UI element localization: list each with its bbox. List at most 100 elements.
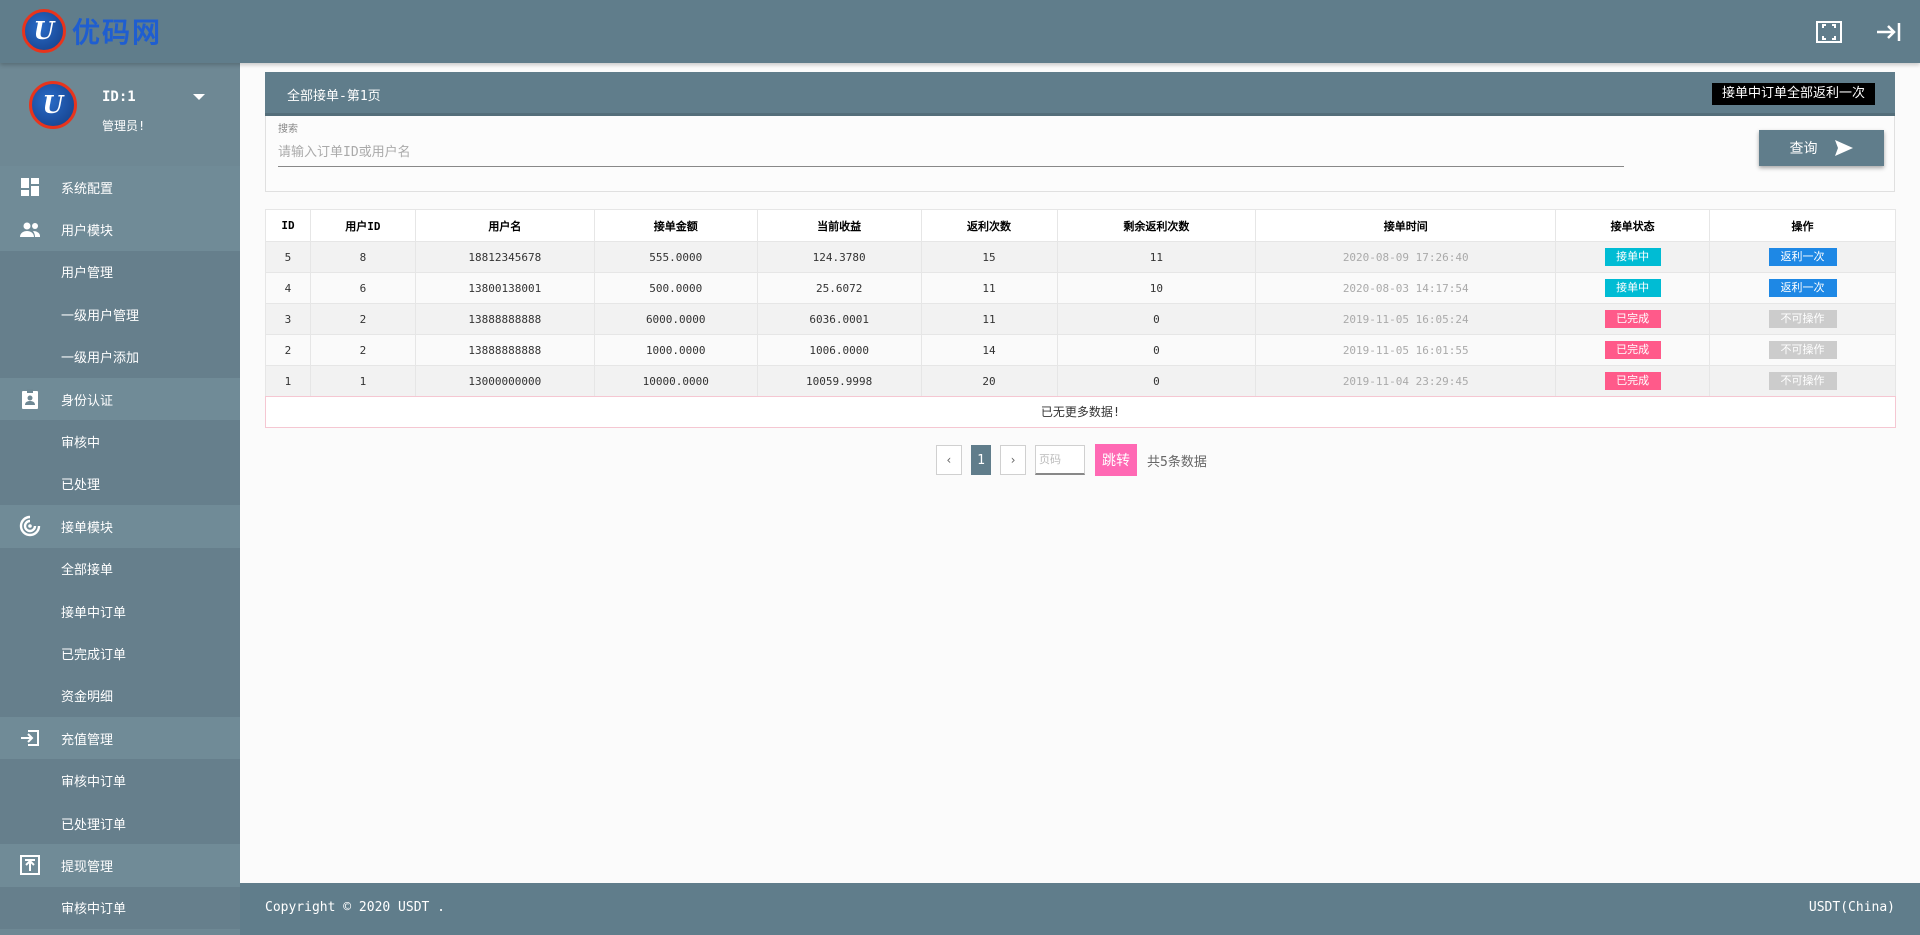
column-header: 操作 [1709,209,1896,242]
sidebar-item-6[interactable]: 审核中 [0,420,240,463]
sidebar-item-11[interactable]: 已完成订单 [0,632,240,675]
rebate-all-button[interactable]: 接单中订单全部返利一次 [1711,83,1875,105]
logout-icon[interactable] [1874,17,1904,47]
disabled-action-button: 不可操作 [1768,372,1837,390]
sidebar-item-label: 已完成订单 [61,647,127,663]
chevron-down-icon[interactable] [193,94,205,100]
cell-income: 124.3780 [756,241,922,273]
cell-id: 4 [265,272,311,304]
id-badge-icon [18,387,42,411]
cell-username: 13800138001 [414,272,595,304]
main-content: 全部接单-第1页 接单中订单全部返利一次 搜索 查询 ID用户ID用户名接单金额… [240,63,1920,883]
jump-button[interactable]: 跳转 [1095,444,1137,476]
status-badge: 已完成 [1604,372,1661,390]
column-header: 接单金额 [593,209,758,242]
cell-time: 2020-08-09 17:26:40 [1255,241,1557,273]
query-button[interactable]: 查询 [1759,130,1884,166]
column-header: ID [265,209,311,242]
sidebar-item-5[interactable]: 身份认证 [0,377,240,421]
sidebar-item-7[interactable]: 已处理 [0,462,240,506]
cell-status: 已完成 [1555,303,1711,335]
search-input[interactable] [278,138,1624,167]
cell-rebates: 15 [920,241,1058,273]
table-header-row: ID 用户ID 用户名 接单金额 当前收益 返利次数 剩余返利次数 接单时间 接单状态 操作 [265,209,1896,242]
cell-action: 返利一次 [1709,241,1896,273]
cell-user-id: 6 [309,272,416,304]
sidebar-item-8[interactable]: 接单模块 [0,505,240,548]
cell-amount: 10000.0000 [593,365,758,397]
status-badge: 接单中 [1604,279,1661,297]
cell-rebates: 11 [920,303,1058,335]
prev-page-button[interactable]: ‹ [936,445,962,475]
user-role: 管理员! [102,119,146,133]
sidebar-item-label: 已处理订单 [61,817,127,833]
sidebar-item-0[interactable]: 系统配置 [0,166,240,209]
page-number-input[interactable] [1035,445,1085,475]
next-page-button[interactable]: › [1000,445,1026,475]
cell-income: 10059.9998 [756,365,922,397]
sidebar-item-3[interactable]: 一级用户管理 [0,293,240,336]
cell-time: 2019-11-05 16:01:55 [1255,334,1557,366]
column-header: 返利次数 [920,209,1058,242]
rebate-once-button[interactable]: 返利一次 [1768,279,1837,297]
logo-text: 优码网 [72,16,163,49]
cell-username: 13888888888 [414,334,595,366]
search-form: 搜索 查询 [265,116,1895,192]
sidebar-item-4[interactable]: 一级用户添加 [0,335,240,378]
sidebar-item-12[interactable]: 资金明细 [0,674,240,718]
rebate-once-button[interactable]: 返利一次 [1768,248,1837,266]
column-header: 用户名 [414,209,595,242]
current-page[interactable]: 1 [971,445,991,475]
cell-amount: 555.0000 [593,241,758,273]
cell-rebates: 14 [920,334,1058,366]
cell-remaining: 11 [1056,241,1257,273]
cell-time: 2019-11-04 23:29:45 [1255,365,1557,397]
cell-amount: 500.0000 [593,272,758,304]
cell-status: 接单中 [1555,241,1711,273]
sidebar-item-label: 资金明细 [61,690,114,706]
table-row: 1 1 13000000000 10000.0000 10059.9998 20 0 2019… [265,365,1896,397]
sidebar-item-label: 审核中订单 [61,902,127,918]
avatar: U [29,81,77,129]
sidebar-item-17[interactable]: 审核中订单 [0,886,240,930]
cell-rebates: 20 [920,365,1058,397]
cell-action: 不可操作 [1709,365,1896,397]
panel-header: 全部接单-第1页 接单中订单全部返利一次 [265,72,1895,116]
avatar-letter: U [42,90,64,119]
sidebar-item-10[interactable]: 接单中订单 [0,589,240,633]
app-logo[interactable]: U 优码网 [22,6,162,56]
sidebar-item-15[interactable]: 已处理订单 [0,801,240,845]
sidebar-item-9[interactable]: 全部接单 [0,547,240,590]
sidebar-item-label: 接单中订单 [61,605,127,621]
cell-action: 不可操作 [1709,334,1896,366]
cell-amount: 1000.0000 [593,334,758,366]
column-header: 接单状态 [1555,209,1711,242]
orders-table: ID 用户ID 用户名 接单金额 当前收益 返利次数 剩余返利次数 接单时间 接单状态 操作 58… [265,209,1896,397]
column-header: 接单时间 [1255,209,1557,242]
cell-status: 接单中 [1555,272,1711,304]
sidebar-item-1[interactable]: 用户模块 [0,208,240,251]
sidebar-item-label: 一级用户添加 [61,351,140,367]
cell-remaining: 0 [1056,365,1257,397]
sidebar-item-13[interactable]: 充值管理 [0,717,240,760]
sidebar-item-2[interactable]: 用户管理 [0,250,240,294]
cell-user-id: 1 [309,365,416,397]
sidebar-item-label: 充值管理 [61,732,114,748]
sidebar-item-label: 身份认证 [61,393,114,409]
sidebar-item-label: 用户模块 [61,224,114,240]
cell-remaining: 0 [1056,334,1257,366]
fullscreen-icon[interactable] [1814,17,1844,47]
cell-remaining: 0 [1056,303,1257,335]
login-box-icon [18,726,42,750]
upload-box-icon [18,853,42,877]
column-header: 剩余返利次数 [1056,209,1257,242]
sidebar: U ID:1 管理员! 系统配置 用户模块 用户管理 一级用户管理 一级用户添加 身份认证… [0,63,240,935]
sidebar-item-label: 全部接单 [61,563,114,579]
cell-username: 18812345678 [414,241,595,273]
sidebar-item-label: 系统配置 [61,181,114,197]
sidebar-item-label: 提现管理 [61,859,114,875]
sidebar-item-16[interactable]: 提现管理 [0,844,240,887]
cell-id: 2 [265,334,311,366]
sidebar-nav: 系统配置用户模块用户管理 一级用户管理一级用户添加 身份认证审核中 已处理 接单模块全部… [0,166,240,930]
sidebar-item-14[interactable]: 审核中订单 [0,759,240,802]
